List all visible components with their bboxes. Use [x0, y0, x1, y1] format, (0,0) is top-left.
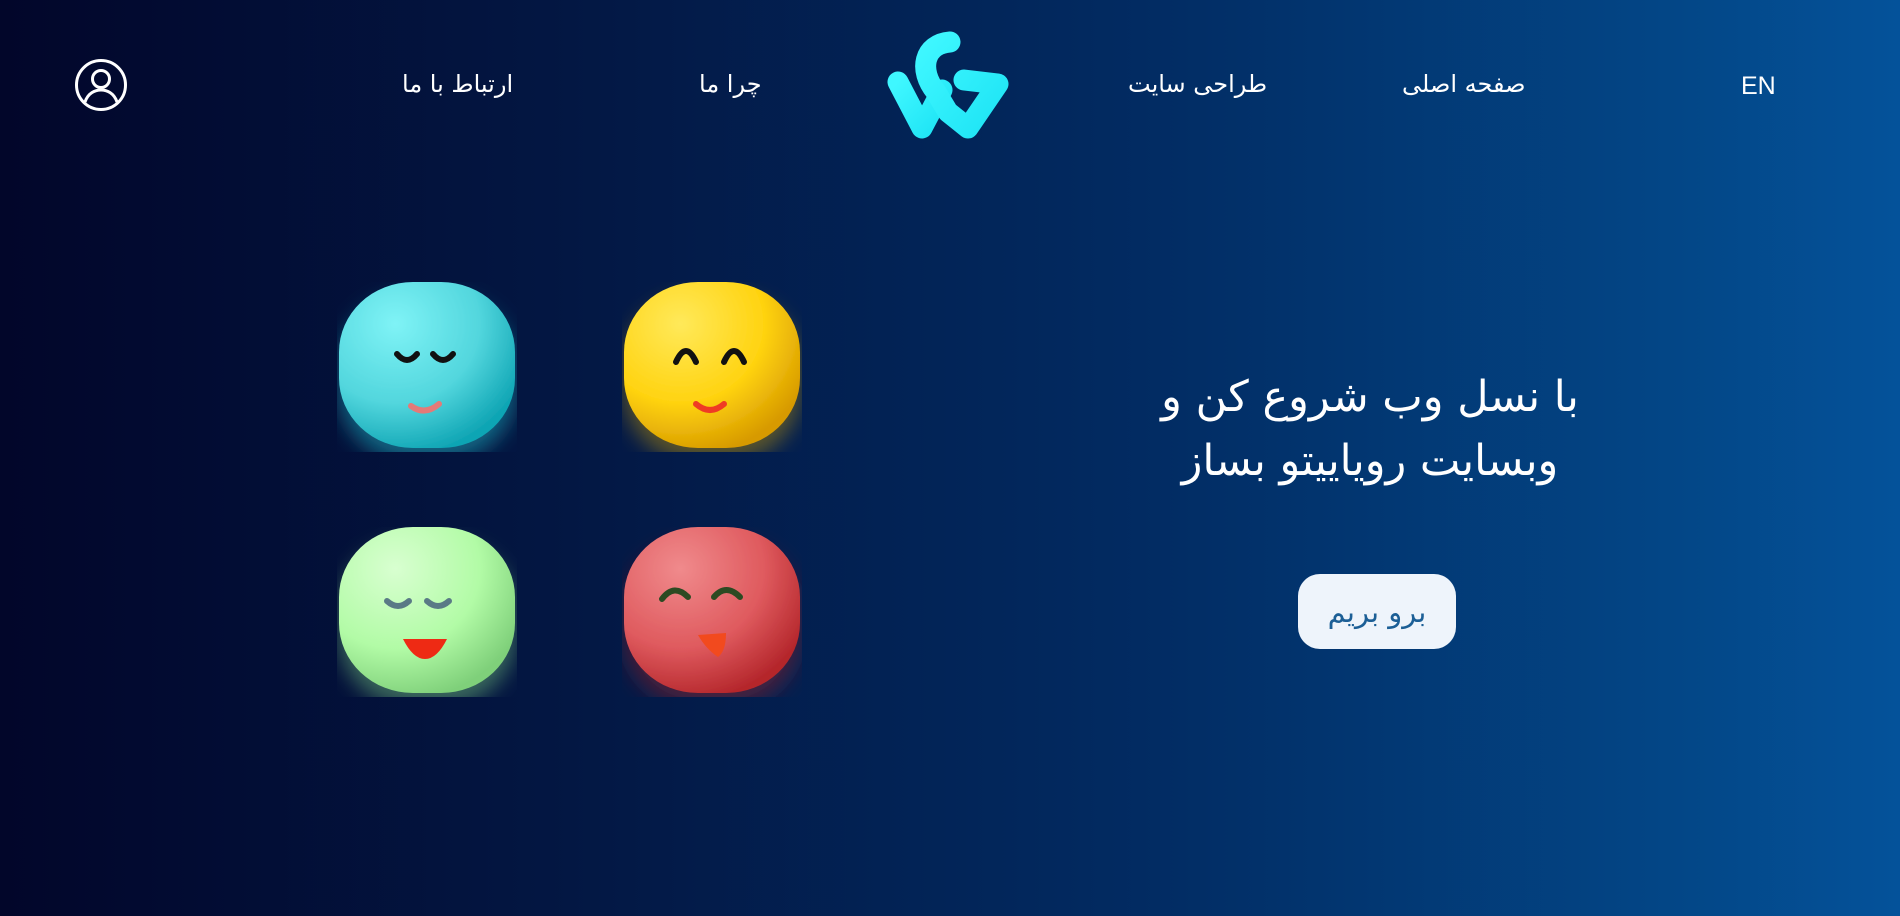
user-circle-icon[interactable] [74, 58, 128, 112]
red-tongue-face-icon [624, 527, 800, 693]
nav-link-why-us[interactable]: چرا ما [699, 70, 762, 98]
nav-link-home[interactable]: صفحه اصلی [1402, 70, 1526, 98]
wg-logo[interactable] [884, 30, 1014, 142]
cyan-smiling-face-icon [339, 282, 515, 448]
green-calm-face-icon [339, 527, 515, 693]
nav-link-website-design[interactable]: طراحی سایت [1128, 70, 1267, 98]
get-started-button[interactable]: برو بریم [1298, 574, 1456, 649]
hero-heading-line-1: با نسل وب شروع کن و [1161, 372, 1579, 422]
nav-link-contact-us[interactable]: ارتباط با ما [402, 70, 513, 98]
hero-heading-line-2: وبسایت رویاییتو بساز [1181, 436, 1559, 486]
hero-heading: با نسل وب شروع کن و وبسایت رویاییتو بساز [1080, 365, 1660, 493]
language-switch-link[interactable]: EN [1741, 72, 1776, 101]
yellow-happy-face-icon [624, 282, 800, 448]
